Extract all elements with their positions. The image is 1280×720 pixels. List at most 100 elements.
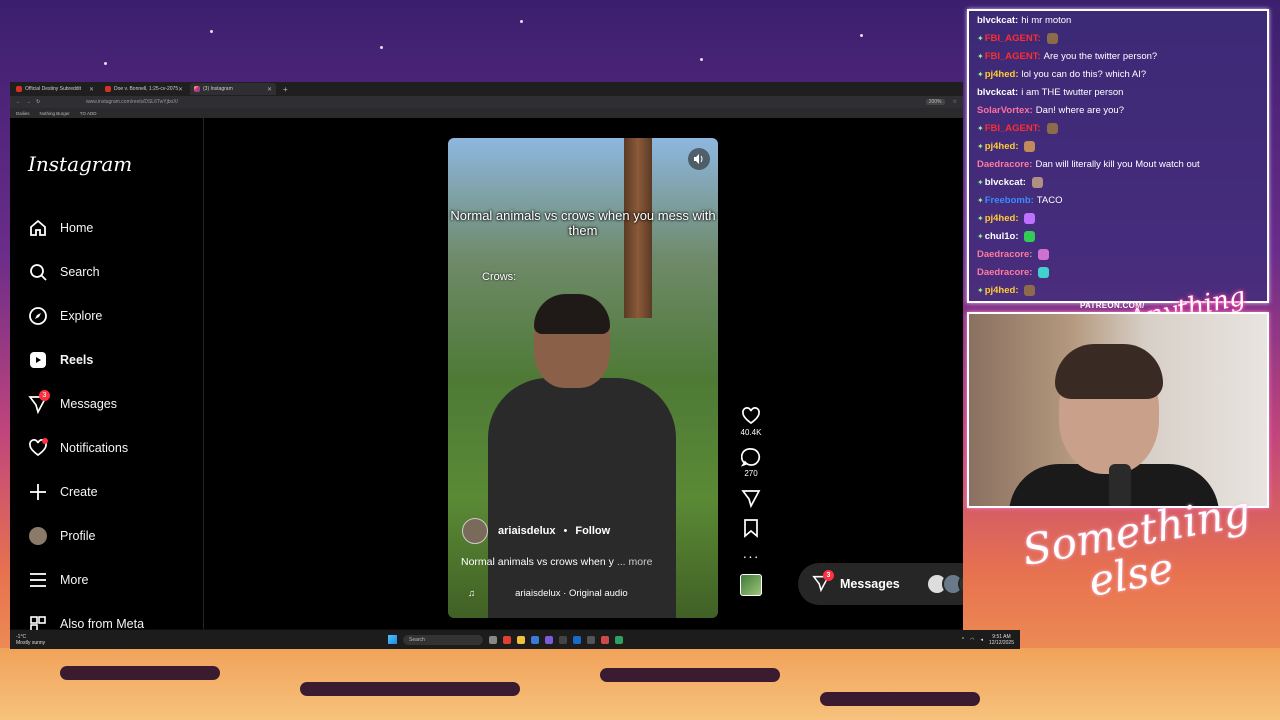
taskbar-search[interactable]: Search — [403, 634, 483, 645]
nav-profile[interactable]: Profile — [28, 524, 95, 548]
star — [210, 30, 213, 33]
chrome-icon[interactable] — [615, 635, 623, 644]
bookmark-icon — [744, 519, 758, 538]
more-icon: ··· — [742, 548, 760, 564]
instagram-logo[interactable]: Instagram — [28, 152, 132, 176]
avatar-stack — [926, 573, 963, 595]
chat-username[interactable]: blvckcat: — [977, 87, 1018, 98]
options-button[interactable]: ··· — [743, 548, 760, 564]
tab-instagram[interactable]: (3) Instagram ✕ — [190, 83, 276, 95]
nav-notifications[interactable]: Notifications — [28, 436, 128, 460]
chat-username[interactable]: FBI_AGENT: — [985, 51, 1041, 62]
webcam-feed — [967, 312, 1269, 508]
badge-icon: ✦ — [977, 195, 984, 205]
nav-create[interactable]: Create — [28, 480, 98, 504]
author-avatar[interactable] — [462, 518, 488, 544]
home-icon — [28, 218, 48, 238]
nav-label: More — [60, 573, 89, 587]
badge-icon: ✦ — [977, 285, 984, 295]
tab-destiny-subreddit[interactable]: Official Destiny Subreddit ✕ — [12, 83, 98, 95]
close-icon[interactable]: ✕ — [267, 86, 272, 93]
audio-row[interactable]: ♫ ariaisdelux · Original audio — [468, 588, 708, 599]
comment-button[interactable]: 270 — [741, 447, 761, 478]
url-input[interactable]: www.instagram.com/reels/DSL6TwYjboX/ — [86, 99, 926, 105]
wifi-icon[interactable]: ◠ — [970, 637, 974, 643]
forward-icon[interactable]: → — [26, 99, 31, 105]
like-count: 40.4K — [740, 428, 762, 437]
chat-username[interactable]: blvckcat: — [985, 177, 1026, 188]
chat-message: ✦ FBI_AGENT: Are you the twitter person? — [969, 47, 1267, 65]
reel-video[interactable]: Normal animals vs crows when you mess wi… — [448, 138, 718, 618]
browser-icon[interactable] — [503, 635, 511, 644]
tray-chevron-icon[interactable]: ^ — [962, 637, 964, 643]
discord-icon[interactable] — [545, 635, 553, 644]
windows-start-icon[interactable] — [388, 635, 397, 644]
chat-text: hi mr moton — [1021, 14, 1072, 26]
caption-more-link[interactable]: ... more — [617, 556, 653, 568]
chat-message: ✦ pj4hed: — [969, 137, 1267, 155]
chat-username[interactable]: pj4hed: — [985, 285, 1019, 296]
new-tab-button[interactable]: + — [283, 85, 288, 94]
chat-message: blvckcat: hi mr moton — [969, 11, 1267, 29]
app-icon[interactable] — [601, 635, 609, 644]
reddit-icon — [16, 86, 22, 92]
nav-label: Also from Meta — [60, 617, 145, 631]
audio-thumbnail[interactable] — [740, 574, 762, 596]
bookmark-dailies[interactable]: Dailies — [16, 111, 30, 116]
nav-search[interactable]: Search — [28, 260, 100, 284]
like-button[interactable]: 40.4K — [740, 406, 762, 437]
chat-username[interactable]: Freebomb: — [985, 195, 1034, 206]
tab-label: Doe v. Bonnell, 1:25-cv-20757 — [114, 86, 178, 92]
nav-messages[interactable]: 3 Messages — [28, 390, 117, 416]
badge-icon: ✦ — [977, 177, 984, 187]
follow-button[interactable]: Follow — [575, 525, 610, 537]
steam-icon[interactable] — [573, 635, 581, 644]
nav-label: Messages — [60, 397, 117, 411]
nav-explore[interactable]: Explore — [28, 304, 102, 328]
chat-text: Dan! where are you? — [1035, 104, 1124, 116]
chat-username[interactable]: pj4hed: — [985, 69, 1019, 80]
nav-more[interactable]: More — [28, 568, 88, 592]
chat-username[interactable]: pj4hed: — [985, 213, 1019, 224]
nav-home[interactable]: Home — [28, 216, 93, 240]
nav-reels[interactable]: Reels — [28, 348, 93, 372]
chat-username[interactable]: pj4hed: — [985, 141, 1019, 152]
task-view-icon[interactable] — [489, 635, 497, 644]
app-icon[interactable] — [587, 635, 595, 644]
chat-username[interactable]: FBI_AGENT: — [985, 33, 1041, 44]
chat-message: blvckcat: i am THE twutter person — [969, 83, 1267, 101]
author-username[interactable]: ariaisdelux — [498, 525, 555, 537]
chat-message: Daedracore: — [969, 263, 1267, 281]
bookmark-nothing-burger[interactable]: Nothing Burger — [40, 111, 70, 116]
emote-icon — [1024, 284, 1036, 296]
share-button[interactable] — [741, 488, 761, 508]
chat-username[interactable]: Daedracore: — [977, 249, 1032, 260]
weather-widget[interactable]: -1°C Mostly sunny — [16, 634, 76, 646]
chat-username[interactable]: FBI_AGENT: — [985, 123, 1041, 134]
chat-message: Daedracore: Dan will literally kill you M… — [969, 155, 1267, 173]
clock[interactable]: 9:51 AM 12/12/2025 — [989, 634, 1014, 646]
tab-court-case[interactable]: Doe v. Bonnell, 1:25-cv-20757 ✕ — [101, 83, 187, 95]
back-icon[interactable]: ← — [16, 99, 21, 105]
bookmark-to-add[interactable]: TO ADD — [80, 111, 97, 116]
chat-username[interactable]: SolarVortex: — [977, 105, 1033, 116]
reload-icon[interactable]: ↻ — [36, 99, 40, 105]
close-icon[interactable]: ✕ — [89, 86, 94, 93]
speaker-icon[interactable]: ◂ — [980, 637, 983, 643]
tab-label: Official Destiny Subreddit — [25, 86, 82, 92]
app-icon[interactable] — [559, 635, 567, 644]
volume-icon[interactable] — [688, 148, 710, 170]
star-icon[interactable]: ☆ — [953, 99, 957, 105]
close-icon[interactable]: ✕ — [178, 86, 183, 93]
chat-username[interactable]: chul1o: — [985, 231, 1019, 242]
app-icon[interactable] — [531, 635, 539, 644]
messages-pill[interactable]: 3 Messages — [798, 563, 963, 605]
chat-username[interactable]: Daedracore: — [977, 159, 1032, 170]
compass-icon — [28, 306, 48, 326]
chat-username[interactable]: blvckcat: — [977, 15, 1018, 26]
zoom-level[interactable]: 200% — [925, 99, 945, 105]
folder-icon[interactable] — [517, 635, 525, 644]
chat-message: ✦ FBI_AGENT: — [969, 29, 1267, 47]
chat-username[interactable]: Daedracore: — [977, 267, 1032, 278]
save-button[interactable] — [741, 518, 761, 538]
